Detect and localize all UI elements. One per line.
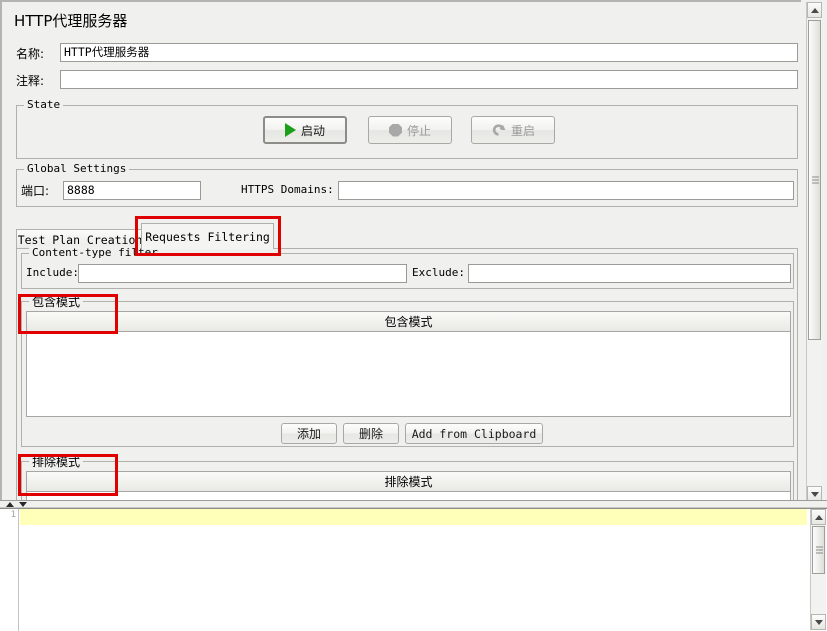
arrow-down-icon xyxy=(810,491,819,497)
state-group: State 启动 停止 重启 xyxy=(16,98,798,159)
arrow-down-icon xyxy=(814,619,823,625)
editor-scrollbar-thumb[interactable] xyxy=(812,526,825,574)
add-from-clipboard-label: Add from Clipboard xyxy=(411,426,537,441)
include-patterns-title: 包含模式 xyxy=(29,293,84,310)
page-title: HTTP代理服务器 xyxy=(14,12,128,30)
tab-content-panel: Content-type filter Include: Exclude: 包含… xyxy=(16,246,798,503)
play-icon xyxy=(284,123,296,137)
arrow-up-icon xyxy=(814,514,823,520)
include-patterns-group: 包含模式 包含模式 添加 删除 Add from Clipboard xyxy=(21,293,794,447)
restart-button[interactable]: 重启 xyxy=(471,116,555,144)
global-settings-group-title: Global Settings xyxy=(24,162,130,175)
comment-input[interactable] xyxy=(60,70,798,89)
name-input[interactable]: HTTP代理服务器 xyxy=(60,43,798,62)
add-from-clipboard-button[interactable]: Add from Clipboard xyxy=(405,423,543,444)
name-label: 名称: xyxy=(16,47,45,61)
include-patterns-rows[interactable] xyxy=(27,332,790,416)
exclude-patterns-title: 排除模式 xyxy=(29,453,84,470)
line-number: 1 xyxy=(10,510,16,520)
editor-line-number-gutter: 1 xyxy=(0,509,19,631)
editor-scroll-up-button[interactable] xyxy=(811,509,826,525)
config-panel-scrollbar[interactable] xyxy=(806,2,822,502)
port-input[interactable]: 8888 xyxy=(63,181,201,200)
editor-scrollbar-grip xyxy=(816,546,823,554)
scroll-up-button[interactable] xyxy=(807,2,822,18)
include-patterns-table[interactable]: 包含模式 xyxy=(26,311,791,417)
add-include-pattern-button[interactable]: 添加 xyxy=(281,423,337,444)
comment-field-row: 注释: xyxy=(16,70,798,89)
exclude-patterns-column-header[interactable]: 排除模式 xyxy=(27,472,790,492)
content-type-filter-group: Content-type filter Include: Exclude: xyxy=(21,246,794,289)
restart-icon xyxy=(491,123,506,137)
https-domains-label: HTTPS Domains: xyxy=(241,183,334,196)
exclude-patterns-group: 排除模式 排除模式 xyxy=(21,453,794,503)
splitter-collapse-down-icon[interactable] xyxy=(19,502,27,507)
scrollbar-thumb[interactable] xyxy=(808,20,821,340)
tab-requests-filtering[interactable]: Requests Filtering xyxy=(141,223,274,249)
restart-button-label: 重启 xyxy=(510,123,535,138)
include-label: Include: xyxy=(26,266,79,279)
restart-icon-svg xyxy=(492,124,506,136)
start-button-label: 启动 xyxy=(300,123,325,138)
tab-requests-filtering-label: Requests Filtering xyxy=(145,229,270,244)
exclude-input[interactable] xyxy=(468,264,791,283)
comment-label: 注释: xyxy=(16,74,45,88)
add-include-pattern-label: 添加 xyxy=(296,427,321,441)
editor-scroll-down-button[interactable] xyxy=(811,614,826,630)
editor-text-area[interactable] xyxy=(20,509,807,631)
exclude-patterns-table[interactable]: 排除模式 xyxy=(26,471,791,503)
tab-test-plan-creation-label: Test Plan Creation xyxy=(17,232,143,247)
name-field-row: 名称: HTTP代理服务器 xyxy=(16,43,798,62)
stop-button-label: 停止 xyxy=(406,123,431,138)
global-settings-group: Global Settings 端口: 8888 HTTPS Domains: xyxy=(16,162,798,207)
arrow-up-icon xyxy=(810,7,819,13)
include-patterns-column-header[interactable]: 包含模式 xyxy=(27,312,790,332)
stop-icon xyxy=(388,123,402,137)
port-label: 端口: xyxy=(21,184,50,198)
include-input[interactable] xyxy=(78,264,407,283)
scrollbar-grip xyxy=(812,176,819,184)
start-button[interactable]: 启动 xyxy=(263,116,347,144)
exclude-label: Exclude: xyxy=(412,266,465,279)
delete-include-pattern-label: 删除 xyxy=(358,427,383,441)
splitter-collapse-up-icon[interactable] xyxy=(6,502,14,507)
script-editor[interactable]: 1 xyxy=(0,508,827,631)
editor-scrollbar[interactable] xyxy=(810,509,826,630)
https-domains-input[interactable] xyxy=(338,181,794,200)
editor-current-line-highlight xyxy=(20,509,807,525)
delete-include-pattern-button[interactable]: 删除 xyxy=(343,423,399,444)
proxy-server-config-window: HTTP代理服务器 名称: HTTP代理服务器 注释: State 启动 停止 xyxy=(0,0,827,631)
stop-button[interactable]: 停止 xyxy=(368,116,452,144)
state-group-title: State xyxy=(24,98,64,111)
panel-splitter[interactable] xyxy=(0,500,827,508)
config-panel: HTTP代理服务器 名称: HTTP代理服务器 注释: State 启动 停止 xyxy=(0,0,801,503)
